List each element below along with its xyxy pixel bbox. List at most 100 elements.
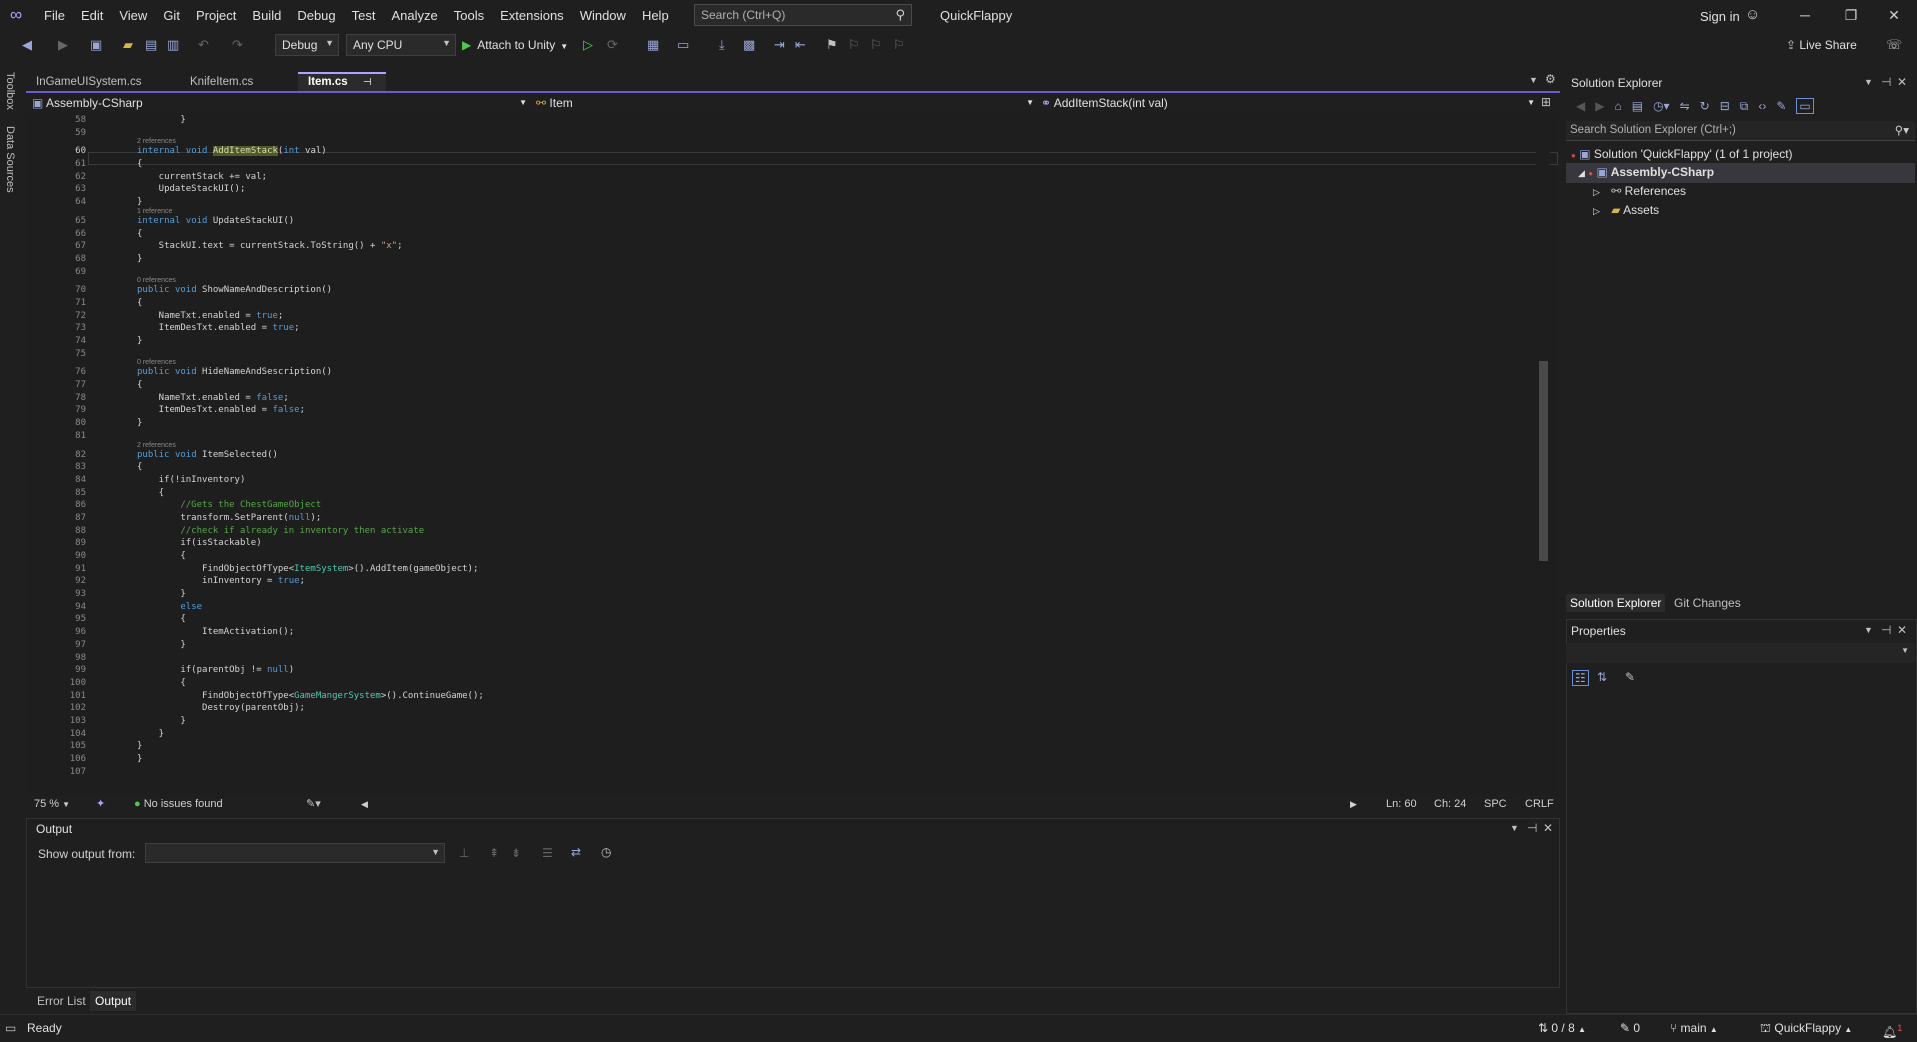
- output-window-icon[interactable]: ▭: [5, 1018, 16, 1038]
- undo-icon[interactable]: ↶: [198, 37, 209, 53]
- issues-indicator[interactable]: ● No issues found: [134, 795, 223, 813]
- code-line[interactable]: NameTxt.enabled = false;: [137, 392, 1557, 405]
- tab-error-list[interactable]: Error List: [32, 991, 91, 1011]
- close-window-button[interactable]: ✕: [1871, 0, 1917, 31]
- minimize-button[interactable]: ─: [1782, 0, 1828, 31]
- pin-icon[interactable]: ⊣: [1881, 623, 1891, 637]
- project-nav-dropdown[interactable]: ▣ Assembly-CSharp ▼: [32, 93, 529, 113]
- code-line[interactable]: }: [137, 753, 1557, 766]
- code-line[interactable]: {: [137, 613, 1557, 626]
- back-icon[interactable]: ◀: [1576, 99, 1585, 113]
- data-sources-tab[interactable]: Data Sources: [4, 126, 16, 193]
- tree-project[interactable]: ◢ ● ▣ Assembly-CSharp: [1566, 163, 1915, 183]
- show-all-files-icon[interactable]: ⧉: [1740, 99, 1749, 114]
- menu-analyze[interactable]: Analyze: [383, 0, 445, 31]
- sign-in-button[interactable]: Sign in: [1700, 0, 1740, 33]
- history-icon[interactable]: ◷▾: [1653, 99, 1670, 113]
- indent-icon[interactable]: ⇥: [774, 37, 785, 53]
- next-message-icon[interactable]: ⇟: [511, 846, 521, 860]
- clear-all-icon[interactable]: ☰: [542, 846, 553, 860]
- code-line[interactable]: }: [137, 196, 1557, 209]
- tree-solution[interactable]: ● ▣ Solution 'QuickFlappy' (1 of 1 proje…: [1571, 145, 1915, 165]
- code-line[interactable]: transform.SetParent(null);: [137, 512, 1557, 525]
- code-line[interactable]: [137, 127, 1557, 140]
- code-line[interactable]: {: [137, 461, 1557, 474]
- code-area[interactable]: } 2 references internal void AddItemStack…: [137, 114, 1557, 778]
- menu-window[interactable]: Window: [572, 0, 634, 31]
- menu-extensions[interactable]: Extensions: [492, 0, 572, 31]
- collapse-all-icon[interactable]: ⊟: [1720, 99, 1730, 113]
- find-message-icon[interactable]: ⊥: [459, 846, 469, 860]
- tree-assets[interactable]: ▷ ▰ Assets: [1593, 201, 1659, 220]
- code-line[interactable]: FindObjectOfType<ItemSystem>().AddItem(g…: [137, 563, 1557, 576]
- redo-icon[interactable]: ↷: [232, 37, 243, 53]
- step-icon[interactable]: ⤓: [719, 37, 725, 53]
- previous-message-icon[interactable]: ⇞: [489, 846, 499, 860]
- code-line[interactable]: //Gets the ChestGameObject: [137, 499, 1557, 512]
- browser-link-icon[interactable]: ▦: [647, 37, 659, 53]
- code-line[interactable]: inInventory = true;: [137, 575, 1557, 588]
- chevron-down-icon[interactable]: ▼: [1510, 823, 1519, 833]
- menu-help[interactable]: Help: [634, 0, 677, 31]
- refresh-icon[interactable]: ↻: [1700, 99, 1710, 113]
- code-line[interactable]: ItemDesTxt.enabled = true;: [137, 322, 1557, 335]
- search-box[interactable]: Search (Ctrl+Q) ⚲: [694, 4, 912, 26]
- close-icon[interactable]: ✕: [1897, 623, 1907, 637]
- code-line[interactable]: ItemDesTxt.enabled = false;: [137, 404, 1557, 417]
- line-indicator[interactable]: Ln: 60: [1386, 795, 1417, 813]
- code-line[interactable]: }: [137, 740, 1557, 753]
- sync-icon[interactable]: ⇋: [1680, 99, 1690, 113]
- split-editor-icon[interactable]: ⊞: [1541, 95, 1551, 109]
- settings-gear-icon[interactable]: ⚙: [1545, 72, 1556, 86]
- close-icon[interactable]: ✕: [1897, 75, 1907, 89]
- diagnostics-icon[interactable]: ▩: [743, 37, 755, 53]
- code-line[interactable]: }: [137, 639, 1557, 652]
- toolbox-tab[interactable]: Toolbox: [4, 72, 16, 110]
- expand-right-icon[interactable]: ▷: [1593, 206, 1600, 216]
- scroll-right-icon[interactable]: ▶: [1350, 795, 1357, 813]
- code-line[interactable]: //check if already in inventory then act…: [137, 525, 1557, 538]
- code-line[interactable]: else: [137, 601, 1557, 614]
- next-bookmark-icon[interactable]: ⚐: [870, 37, 882, 53]
- code-line[interactable]: internal void UpdateStackUI(): [137, 215, 1557, 228]
- tab-overflow-dropdown-icon[interactable]: ▼: [1529, 75, 1538, 85]
- pin-icon[interactable]: ⊣: [1527, 821, 1537, 835]
- solution-search-input[interactable]: Search Solution Explorer (Ctrl+;) ⚲▾: [1566, 121, 1915, 141]
- outdent-icon[interactable]: ⇤: [795, 37, 806, 53]
- menu-git[interactable]: Git: [155, 0, 188, 31]
- code-line[interactable]: if(isStackable): [137, 537, 1557, 550]
- code-line[interactable]: [137, 652, 1557, 665]
- chevron-down-icon[interactable]: ▼: [1864, 625, 1873, 635]
- scrollbar-thumb[interactable]: [1539, 361, 1548, 561]
- code-line[interactable]: {: [137, 158, 1557, 171]
- code-line[interactable]: }: [137, 728, 1557, 741]
- code-line[interactable]: }: [137, 114, 1557, 127]
- code-line[interactable]: NameTxt.enabled = true;: [137, 310, 1557, 323]
- code-editor[interactable]: 58 59 60 61 62 63 64 65 66 67 68 69 70 71 72 73 74 75 76 77…: [26, 114, 1558, 795]
- menu-debug[interactable]: Debug: [289, 0, 343, 31]
- menu-file[interactable]: File: [36, 0, 73, 31]
- code-line[interactable]: }: [137, 335, 1557, 348]
- expand-down-icon[interactable]: ◢: [1578, 168, 1585, 178]
- code-line[interactable]: FindObjectOfType<GameMangerSystem>().Con…: [137, 690, 1557, 703]
- clear-bookmarks-icon[interactable]: ⚐: [893, 37, 905, 53]
- properties-object-dropdown[interactable]: ▼: [1566, 643, 1915, 663]
- tree-references[interactable]: ▷ ⚯ References: [1593, 182, 1686, 201]
- timestamp-icon[interactable]: ◷: [601, 845, 611, 859]
- whitespace-indicator[interactable]: SPC: [1484, 795, 1507, 813]
- tab-output[interactable]: Output: [90, 991, 137, 1011]
- code-cleanup-icon[interactable]: ✦: [96, 795, 105, 813]
- feedback-icon[interactable]: ☏: [1886, 37, 1902, 53]
- scroll-left-icon[interactable]: ◀: [361, 795, 368, 813]
- code-line[interactable]: UpdateStackUI();: [137, 183, 1557, 196]
- menu-edit[interactable]: Edit: [73, 0, 111, 31]
- tab-ingameuisystem[interactable]: InGameUISystem.cs: [26, 72, 176, 92]
- new-project-icon[interactable]: ▣: [90, 37, 102, 53]
- forward-icon[interactable]: ▶: [1595, 99, 1604, 113]
- code-line[interactable]: [137, 348, 1557, 361]
- menu-tools[interactable]: Tools: [446, 0, 492, 31]
- pending-changes[interactable]: ✎ 0: [1620, 1018, 1640, 1038]
- tab-git-changes[interactable]: Git Changes: [1670, 594, 1745, 612]
- code-line[interactable]: {: [137, 379, 1557, 392]
- code-line[interactable]: }: [137, 715, 1557, 728]
